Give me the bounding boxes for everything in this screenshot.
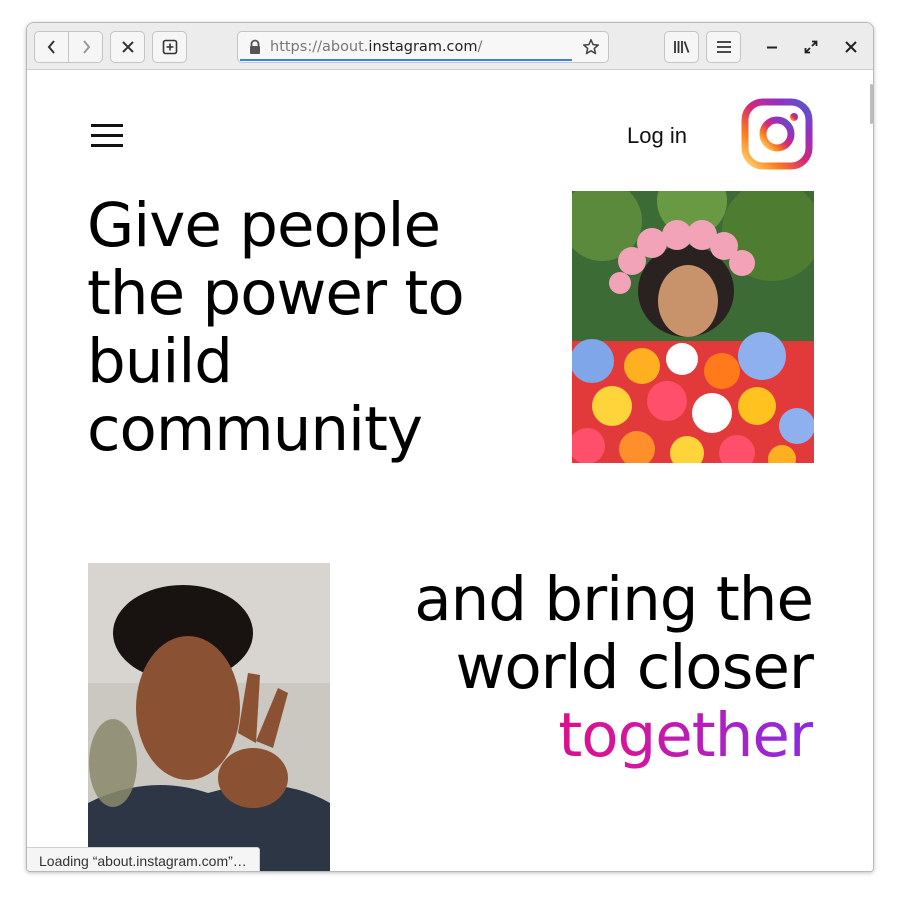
close-window-button[interactable] <box>841 37 861 57</box>
app-menu-button[interactable] <box>706 31 741 63</box>
forward-button[interactable] <box>68 32 102 62</box>
status-bar: Loading “about.instagram.com”… <box>27 847 260 871</box>
new-tab-button[interactable] <box>152 31 187 63</box>
nav-button-group <box>34 31 103 63</box>
url-text: https://about.instagram.com/ <box>270 39 482 55</box>
instagram-logo[interactable] <box>741 98 813 170</box>
maximize-button[interactable] <box>801 37 821 57</box>
url-focus-underline <box>240 59 572 61</box>
browser-toolbar: https://about.instagram.com/ <box>27 23 873 70</box>
hero-line: Give people <box>87 190 441 261</box>
second-line: and bring the <box>414 564 814 635</box>
minimize-icon <box>767 46 777 49</box>
hero-headline: Give people the power to build community <box>87 192 507 464</box>
back-button[interactable] <box>35 32 68 62</box>
chevron-right-icon <box>82 40 90 54</box>
url-prefix: https://about. <box>270 39 369 55</box>
library-button[interactable] <box>664 31 699 63</box>
url-bar[interactable]: https://about.instagram.com/ <box>237 31 609 63</box>
plus-square-icon <box>162 39 177 55</box>
flower-costume-photo <box>572 191 814 463</box>
hero-line: community <box>87 394 423 465</box>
site-menu-button[interactable] <box>91 124 123 148</box>
portrait-photo-illustration <box>88 563 330 871</box>
url-suffix: / <box>477 39 483 55</box>
maximize-icon <box>804 40 818 54</box>
chevron-left-icon <box>47 40 55 54</box>
close-icon <box>845 41 857 53</box>
star-icon[interactable] <box>582 38 600 56</box>
minimize-button[interactable] <box>762 37 782 57</box>
highlight-word: together <box>393 702 814 770</box>
menu-icon <box>716 41 731 53</box>
lock-icon <box>250 39 260 54</box>
flower-photo-illustration <box>572 191 814 463</box>
second-headline: and bring the world closer together <box>393 564 814 770</box>
menu-icon-bar <box>91 124 123 127</box>
close-icon <box>121 41 134 53</box>
login-link[interactable]: Log in <box>627 123 687 149</box>
menu-icon-bar <box>91 144 123 147</box>
menu-icon-bar <box>91 134 123 137</box>
scrollbar[interactable] <box>870 84 873 124</box>
page-viewport: Log in Give people the power to build co… <box>27 70 873 871</box>
library-icon <box>673 41 689 53</box>
hero-line: the power to <box>87 258 465 329</box>
second-line: world closer <box>455 632 814 703</box>
browser-window: https://about.instagram.com/ Log in Give… <box>26 22 874 872</box>
hero-line: build <box>87 326 233 397</box>
stop-button[interactable] <box>110 31 145 63</box>
url-domain: instagram.com <box>368 39 478 55</box>
peace-sign-photo <box>88 563 330 871</box>
